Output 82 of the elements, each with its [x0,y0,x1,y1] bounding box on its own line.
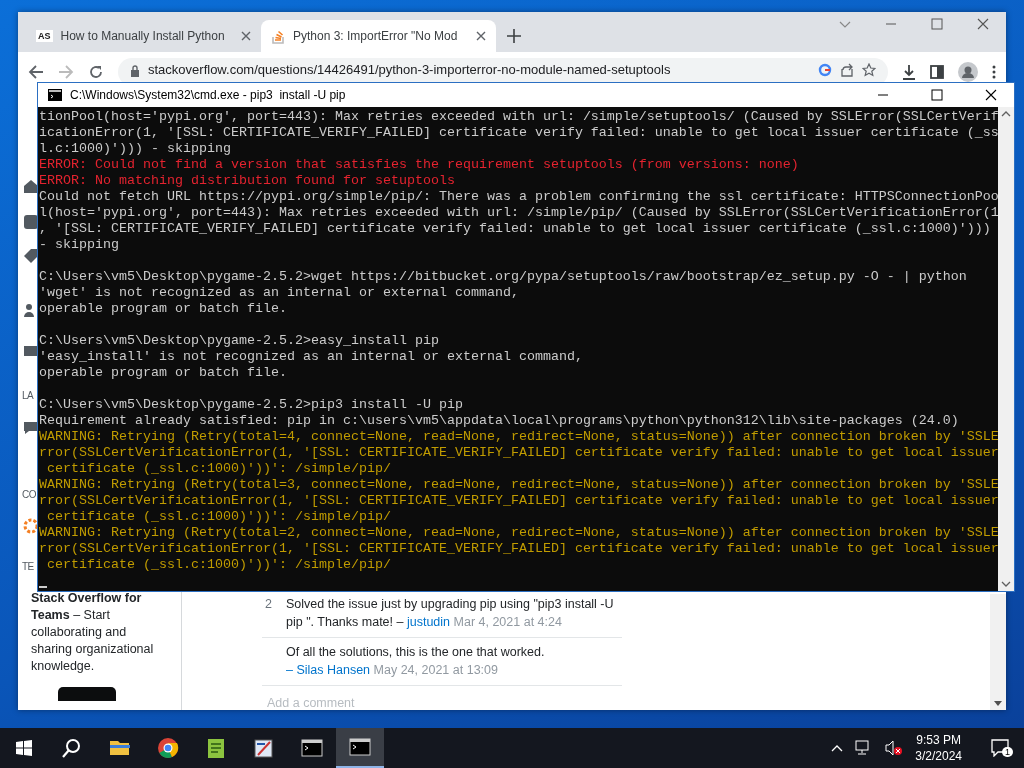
muted-speaker-icon[interactable] [885,740,904,756]
console-line: C:\Users\vm5\Desktop\pygame-2.5.2>pip3 install -U pip [39,397,463,413]
console-line: C:\Users\vm5\Desktop\pygame-2.5.2>easy_install pip [39,333,439,349]
question-icon[interactable] [23,214,39,230]
tag-icon[interactable] [23,248,39,264]
console-line: operable program or batch file. [39,301,287,317]
scrollbar[interactable] [990,594,1006,710]
user-link[interactable]: justudin [406,615,451,629]
vote-count: 2 [264,596,272,613]
menu-icon[interactable] [992,65,996,79]
terminal-icon [349,736,371,758]
google-icon[interactable] [818,63,832,77]
console-line: ERROR: No matching distribution found for setuptools [39,173,455,189]
console-line: C:\Users\vm5\Desktop\pygame-2.5.2>wget https://bitbucket.org/pypa/setuptools/raw/bootstrap/ez_setup.py -O - | python [39,269,967,285]
share-icon[interactable] [840,63,854,77]
console-line: rror(SSLCertVerificationError(1, '[SSL: CERTIFICATE_VERIFY_FAILED] certificate verify failed: unable to get local issuer [39,445,998,461]
window-title: C:\Windows\System32\cmd.exe - pip3 install -U pip [70,88,346,102]
text-cursor [39,586,47,588]
chat-icon [991,739,1009,757]
section-label: TE [22,561,34,572]
close-icon[interactable] [985,89,997,101]
taskbar-app[interactable] [336,728,384,768]
gear-icon [23,518,39,534]
home-icon[interactable] [23,178,39,194]
favicon: AS [36,30,53,42]
console-line: ERROR: Could not find a version that satisfies the requirement setuptools (from versions: none) [39,157,799,173]
scroll-down-icon[interactable] [994,701,1002,707]
windows-icon [16,740,32,756]
console-line: certificate (_ssl.c:1000)'))': /simple/pip/ [46,509,391,525]
reload-icon[interactable] [88,64,104,80]
search-icon [62,738,82,758]
console-line: WARNING: Retrying (Retry(total=3, connect=None, read=None, redirect=None, status=None)) after connection broken by 'SSLE [39,477,998,493]
console-line: WARNING: Retrying (Retry(total=2, connect=None, read=None, redirect=None, status=None)) after connection broken by 'SSLE [39,525,998,541]
console-line: , '[SSL: CERTIFICATE_VERIFY_FAILED] certificate verify failed: unable to get local issuer certificate (_ssl.c:1000)'))) [39,221,991,237]
section-label: LA [22,390,34,401]
console-line: l(host='pypi.org', port=443): Max retries exceeded with url: /simple/pip/ (Caused by SSLError(SSLCertVerificationError(1 [39,205,998,221]
notepad-icon [205,737,227,759]
close-icon[interactable] [476,31,486,41]
scroll-up-icon[interactable] [1001,111,1011,117]
user-link[interactable]: – Silas Hansen [286,663,371,677]
console-line: rror(SSLCertVerificationError(1, '[SSL: CERTIFICATE_VERIFY_FAILED] certificate verify failed: unable to get local issuer [39,541,998,557]
browser-tab[interactable]: Python 3: ImportError "No Mod [261,20,496,52]
clock-date: 3/2/2024 [915,748,962,764]
sidebar-icon[interactable] [930,65,944,79]
console-line: - skipping [39,237,119,253]
clock-time: 9:53 PM [916,732,961,748]
console-line: certificate (_ssl.c:1000)'))': /simple/pip/ [46,557,391,573]
console-line: tionPool(host='pypi.org', port=443): Max retries exceeded with url: /simple/setuptools/ (Caused by SSLError(SSLCertVerif [39,109,998,125]
comment-text: Solved the issue just by upgrading pip using "pip3 install -U pip ". Thanks mate! – justudin Mar 4, 2021 at 4:24 [286,596,615,631]
console-line: operable program or batch file. [39,365,287,381]
teams-promo-text: Stack Overflow for Teams – Start collaborating and sharing organizational knowledge. [31,590,155,675]
maximize-icon[interactable] [931,89,943,101]
star-icon[interactable] [862,63,876,77]
console-line: Could not fetch URL https://pypi.org/simple/pip/: There was a problem confirming the ssl certificate: HTTPSConnectionPoo [39,189,998,205]
console-line: rror(SSLCertVerificationError(1, '[SSL: CERTIFICATE_VERIFY_FAILED] certificate verify failed: unable to get local issuer [39,493,998,509]
browser-tab[interactable]: AS How to Manually Install Python [26,20,261,52]
lock-icon [130,65,140,77]
speech-bubble-icon[interactable] [23,421,39,435]
chevron-up-icon[interactable] [831,744,844,752]
console-line: Requirement already satisfied: pip in c:\users\vm5\appdata\local\programs\python\python312\lib\site-packages (24.0) [39,413,959,429]
terminal-icon [48,89,62,101]
paint-icon [253,737,275,759]
back-icon[interactable] [28,64,44,80]
notification-count: 1 [1002,747,1013,757]
comment-text: Of all the solutions, this is the one that worked. – Silas Hansen May 24, 2021 at 13:09 [286,644,546,679]
scroll-down-icon[interactable] [1001,581,1011,587]
console-line: l.c:1000)'))) - skipping [39,141,231,157]
console-line: 'easy_install' is not recognized as an internal or external command, [39,349,583,365]
section-label: CO [22,489,36,500]
console-line: icationError(1, '[SSL: CERTIFICATE_VERIFY_FAILED] certificate verify failed: unable to get local issuer certificate (_ss [39,125,998,141]
download-icon[interactable] [902,64,916,80]
new-tab-icon[interactable] [506,28,522,44]
console-line: WARNING: Retrying (Retry(total=4, connect=None, read=None, redirect=None, status=None)) after connection broken by 'SSLE [39,429,998,445]
scrollbar[interactable] [998,107,1014,591]
clock[interactable]: 9:53 PM 3/2/2024 [915,732,962,764]
stack-icon [271,28,285,44]
chrome-icon [157,737,179,759]
notifications-button[interactable]: 1 [976,739,1024,757]
console-line: 'wget' is not recognized as an internal or external command, [39,285,519,301]
console-line: certificate (_ssl.c:1000)'))': /simple/pip/ [46,461,391,477]
profile-icon[interactable] [958,62,978,82]
terminal-icon [301,737,323,759]
